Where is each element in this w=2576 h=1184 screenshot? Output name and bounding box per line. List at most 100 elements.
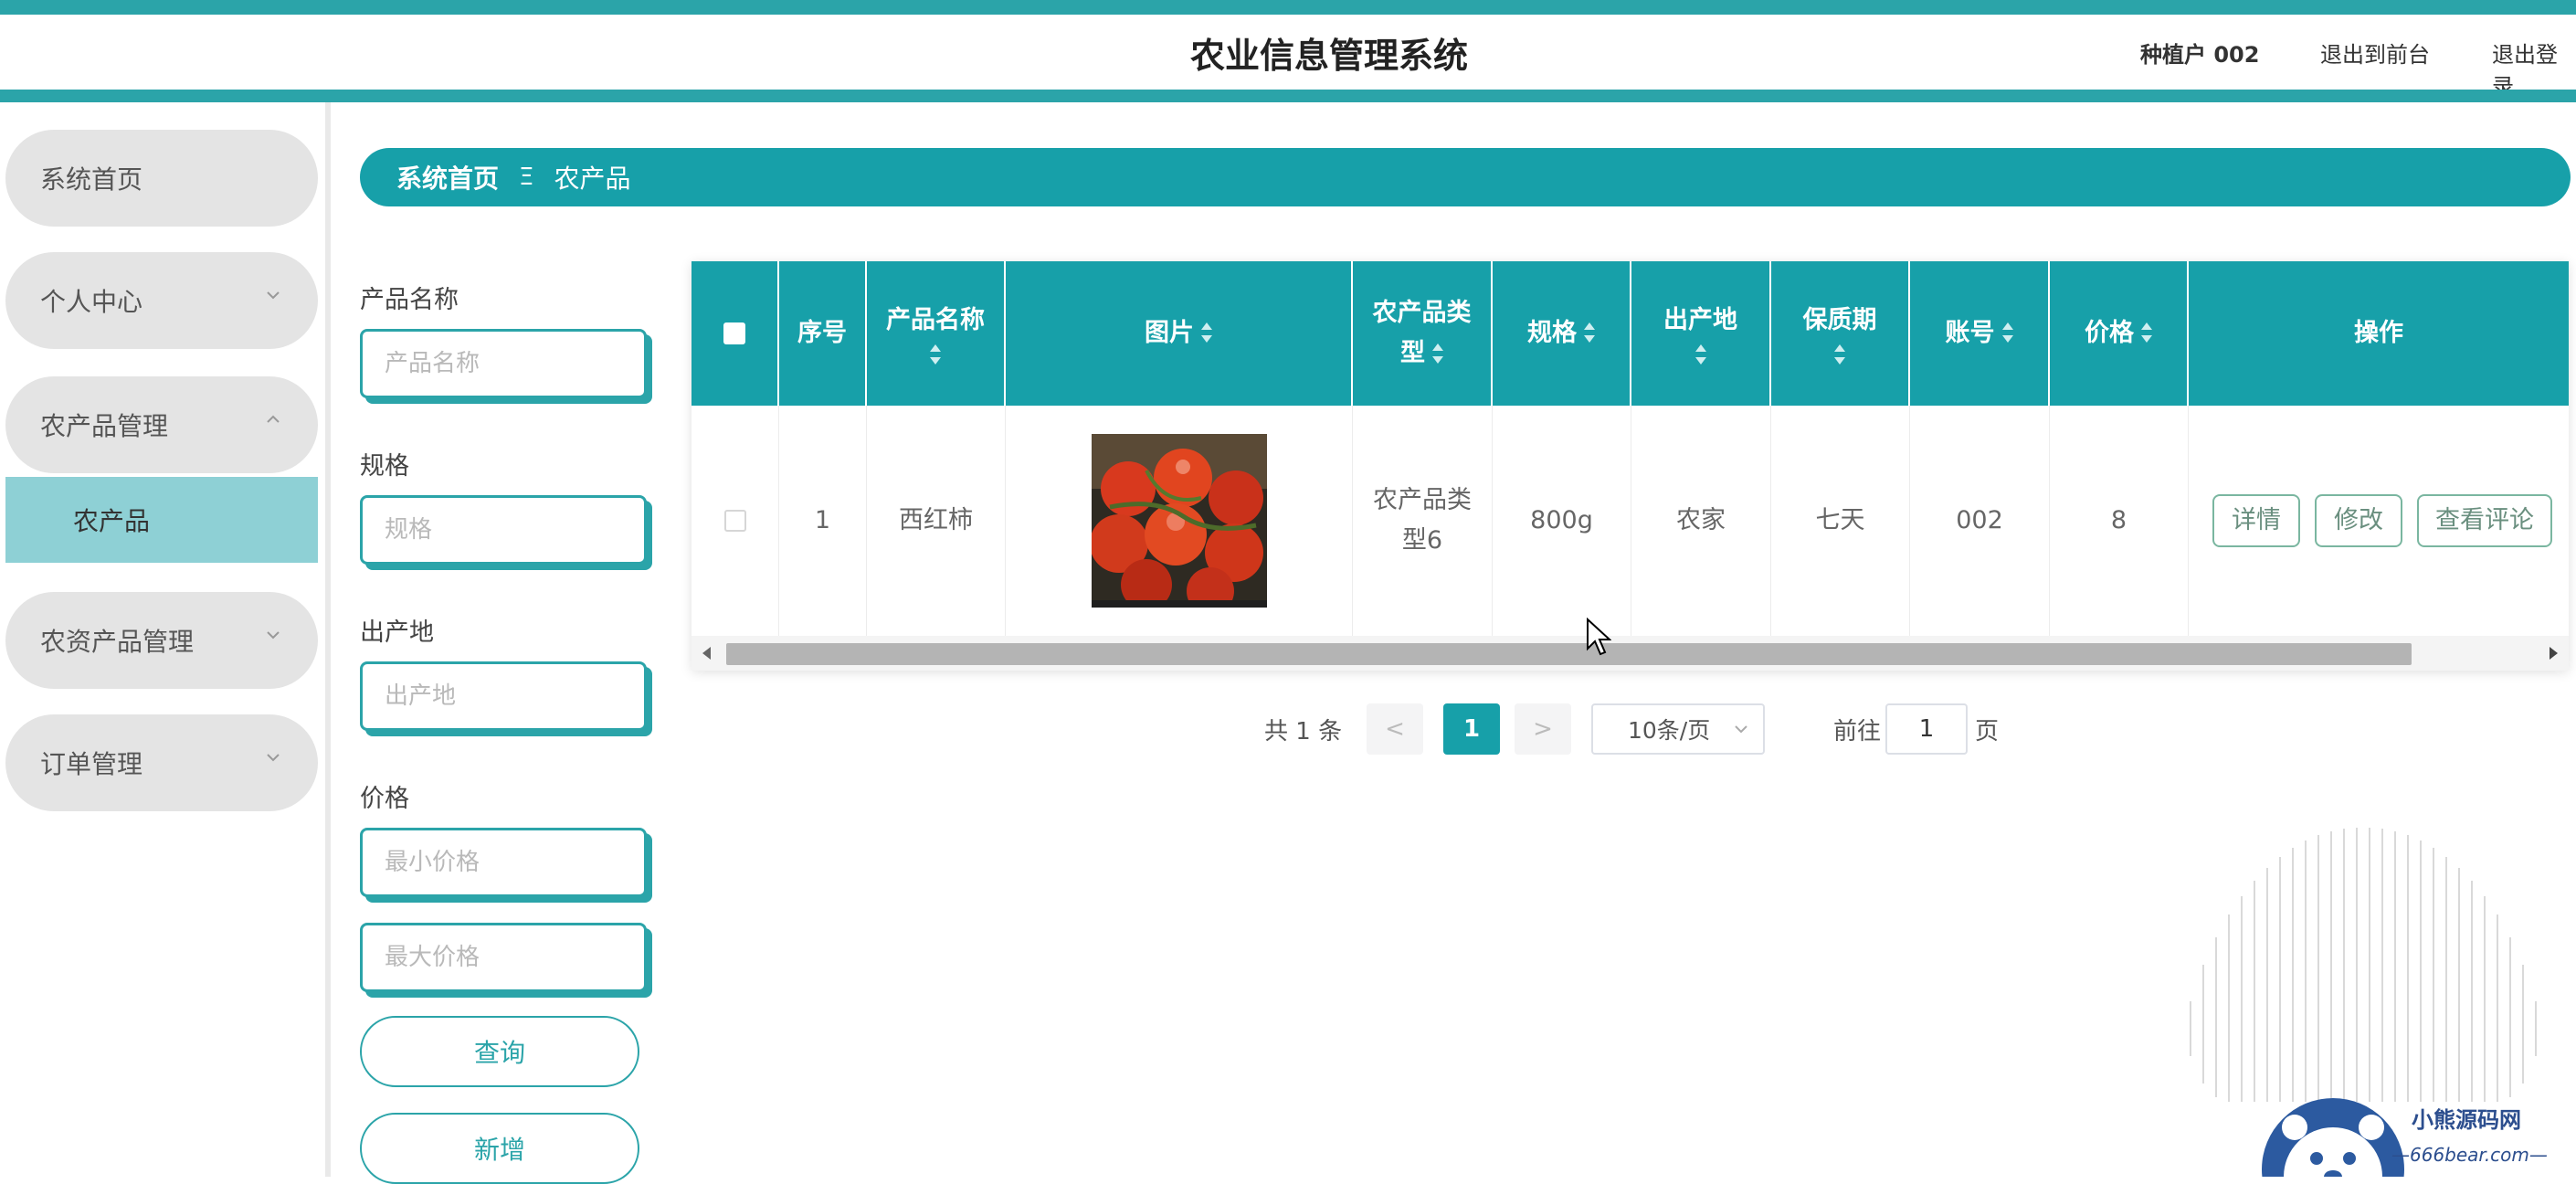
cell-ops: 详情 修改 查看评论 xyxy=(2189,406,2569,636)
back-to-front-link[interactable]: 退出到前台 xyxy=(2320,37,2430,69)
col-type-label-line1: 农产品类 xyxy=(1372,299,1472,327)
breadcrumb-home[interactable]: 系统首页 xyxy=(396,159,499,196)
sidebar-subitem-products[interactable]: 农产品 xyxy=(5,477,318,563)
col-shelf-label: 保质期 xyxy=(1802,306,1877,334)
col-account-label: 账号 xyxy=(1945,319,1995,347)
view-comments-button[interactable]: 查看评论 xyxy=(2417,494,2552,547)
sort-icon[interactable] xyxy=(1834,344,1845,366)
cell-price: 8 xyxy=(2050,406,2189,636)
page-1-button[interactable]: 1 xyxy=(1443,703,1500,755)
chevron-down-icon xyxy=(267,631,280,640)
detail-button[interactable]: 详情 xyxy=(2212,494,2300,547)
sidebar-divider xyxy=(325,102,331,1177)
chevron-down-icon xyxy=(1735,725,1747,734)
header-divider xyxy=(0,90,2576,102)
sort-icon[interactable] xyxy=(1694,344,1706,366)
col-origin[interactable]: 出产地 xyxy=(1631,261,1771,406)
horizontal-scrollbar[interactable] xyxy=(692,636,2569,671)
cell-spec: 800g xyxy=(1493,406,1631,636)
origin-input[interactable] xyxy=(360,661,647,731)
min-price-input[interactable] xyxy=(360,828,647,897)
spec-label: 规格 xyxy=(360,452,409,481)
max-price-input[interactable] xyxy=(360,923,647,992)
col-image-label: 图片 xyxy=(1145,319,1194,347)
col-image[interactable]: 图片 xyxy=(1006,261,1353,406)
watermark-name: 小熊源码网 xyxy=(2412,1107,2521,1133)
watermark-site: —666bear.com— xyxy=(2391,1144,2548,1166)
goto-page-input[interactable] xyxy=(1885,703,1968,755)
app-title: 农业信息管理系统 xyxy=(1189,36,1468,76)
prev-page-button[interactable]: < xyxy=(1367,703,1423,755)
cell-type-line2: 型6 xyxy=(1401,526,1443,555)
current-user: 种植户 002 xyxy=(2140,42,2260,68)
product-table: 序号 产品名称 图片 农产品类型 规格 出产地 保质期 账号 价格 操作 1 西… xyxy=(692,261,2569,671)
next-page-button[interactable]: > xyxy=(1515,703,1571,755)
page-size-select[interactable]: 10条/页 xyxy=(1591,703,1765,755)
product-name-input[interactable] xyxy=(360,329,647,398)
col-ops: 操作 xyxy=(2354,319,2403,347)
sort-icon[interactable] xyxy=(1201,322,1212,344)
table-header: 序号 产品名称 图片 农产品类型 规格 出产地 保质期 账号 价格 操作 xyxy=(692,261,2569,406)
query-button[interactable]: 查询 xyxy=(360,1016,639,1087)
price-label: 价格 xyxy=(360,785,409,813)
sort-icon[interactable] xyxy=(2141,322,2152,344)
cell-index: 1 xyxy=(779,406,867,636)
scrollbar-thumb[interactable] xyxy=(726,643,2412,665)
spec-input[interactable] xyxy=(360,495,647,565)
col-type-label-line2: 型 xyxy=(1400,339,1425,367)
breadcrumb-separator-icon: Ξ xyxy=(519,164,534,191)
sort-icon[interactable] xyxy=(1432,343,1443,365)
page-size-value: 10条/页 xyxy=(1628,717,1711,744)
sidebar-item-home[interactable]: 系统首页 xyxy=(5,130,318,227)
cell-shelf-life: 七天 xyxy=(1771,406,1910,636)
sidebar-item-label: 系统首页 xyxy=(40,164,143,195)
col-price[interactable]: 价格 xyxy=(2050,261,2189,406)
breadcrumb: 系统首页 Ξ 农产品 xyxy=(360,148,2571,206)
table-row: 1 西红柿 农产品类 型6 800g 农家 七天 002 8 详情 修改 查看评… xyxy=(692,406,2569,636)
row-checkbox[interactable] xyxy=(723,510,746,532)
col-spec-label: 规格 xyxy=(1527,319,1577,347)
chevron-up-icon xyxy=(267,415,280,423)
mouse-cursor-icon xyxy=(1587,618,1611,656)
cell-image xyxy=(1006,406,1353,636)
select-all-cell xyxy=(692,261,779,406)
decorative-lines xyxy=(2190,828,2537,1102)
cell-name: 西红柿 xyxy=(867,406,1006,636)
chevron-down-icon xyxy=(267,754,280,762)
sort-icon[interactable] xyxy=(1584,322,1595,344)
col-price-label: 价格 xyxy=(2085,319,2134,347)
page-unit-label: 页 xyxy=(1975,718,2000,745)
scroll-left-icon[interactable] xyxy=(702,647,711,660)
sort-icon[interactable] xyxy=(930,344,941,366)
cell-account: 002 xyxy=(1910,406,2050,636)
add-button[interactable]: 新增 xyxy=(360,1113,639,1184)
pagination-total: 共 1 条 xyxy=(1264,718,1343,745)
sidebar-item-label: 个人中心 xyxy=(40,287,143,317)
cell-type: 农产品类型6 xyxy=(1353,406,1493,636)
sidebar-item-label: 农资产品管理 xyxy=(40,627,195,657)
sidebar-item-order-management[interactable]: 订单管理 xyxy=(5,714,318,811)
name-label: 产品名称 xyxy=(360,286,459,314)
sidebar-item-personal-center[interactable]: 个人中心 xyxy=(5,252,318,349)
edit-button[interactable]: 修改 xyxy=(2315,494,2402,547)
col-spec[interactable]: 规格 xyxy=(1493,261,1631,406)
select-all-checkbox[interactable] xyxy=(723,322,745,344)
cell-type-line1: 农产品类 xyxy=(1373,486,1472,514)
tomato-image xyxy=(1091,434,1267,608)
origin-label: 出产地 xyxy=(360,618,434,647)
goto-label: 前往 xyxy=(1833,718,1882,745)
sidebar-item-product-management[interactable]: 农产品管理 xyxy=(5,376,318,473)
col-name-label: 产品名称 xyxy=(886,306,985,334)
col-account[interactable]: 账号 xyxy=(1910,261,2050,406)
col-name[interactable]: 产品名称 xyxy=(867,261,1006,406)
sidebar-item-label: 农产品管理 xyxy=(40,411,169,441)
row-select-cell xyxy=(692,406,779,636)
sidebar-item-supplies-management[interactable]: 农资产品管理 xyxy=(5,592,318,689)
col-shelf-life[interactable]: 保质期 xyxy=(1771,261,1910,406)
chevron-down-icon xyxy=(267,291,280,300)
sidebar-item-label: 订单管理 xyxy=(40,749,143,779)
col-type[interactable]: 农产品类型 xyxy=(1353,261,1493,406)
breadcrumb-current: 农产品 xyxy=(554,164,631,194)
sort-icon[interactable] xyxy=(2001,322,2013,344)
scroll-right-icon[interactable] xyxy=(2550,647,2558,660)
